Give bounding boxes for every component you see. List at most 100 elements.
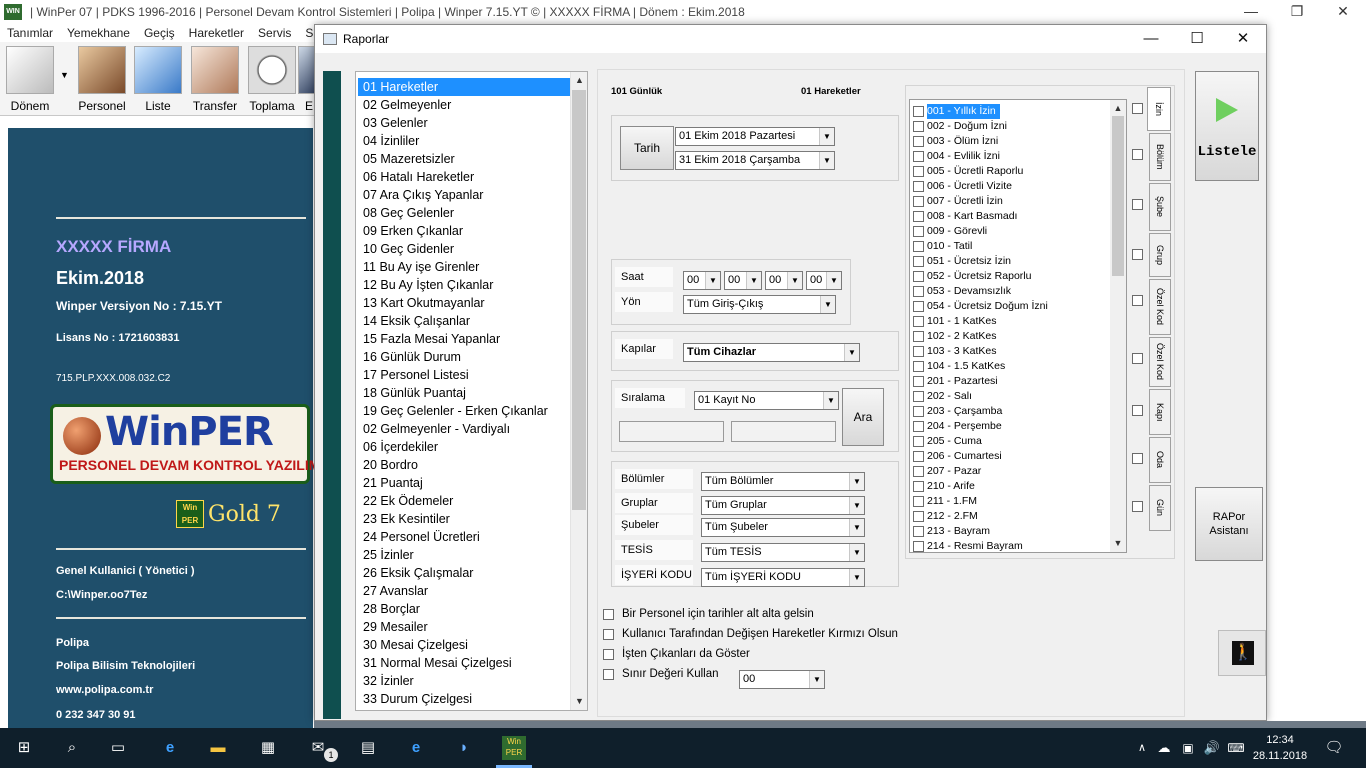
option-checkbox-row[interactable]: Bir Personel için tarihler alt alta gels… xyxy=(603,608,814,620)
report-list-item[interactable]: 18 Günlük Puantaj xyxy=(358,384,570,402)
direction-select[interactable]: Tüm Giriş-Çıkış ▼ xyxy=(683,295,836,314)
ara-button[interactable]: Ara xyxy=(842,388,884,446)
report-list-item[interactable]: 21 Puantaj xyxy=(358,474,570,492)
report-list-item[interactable]: 01 Hareketler xyxy=(358,78,570,96)
app-restore-icon[interactable]: ❐ xyxy=(1274,0,1320,24)
search-input-2[interactable] xyxy=(731,421,836,442)
toolbar-transfer-button[interactable]: Transfer xyxy=(189,46,241,114)
task-view-icon[interactable]: ▭ xyxy=(106,736,130,760)
report-list-item[interactable]: 23 Ek Kesintiler xyxy=(358,510,570,528)
report-list-item[interactable]: 13 Kart Okutmayanlar xyxy=(358,294,570,312)
report-list-item[interactable]: 14 Eksik Çalışanlar xyxy=(358,312,570,330)
report-list-item[interactable]: 33 Durum Çizelgesi xyxy=(358,690,570,708)
option-checkbox-row[interactable]: Sınır Değeri Kullan xyxy=(603,668,719,680)
file-explorer-icon[interactable]: ▬ xyxy=(206,736,230,760)
report-list-item[interactable]: 28 Borçlar xyxy=(358,600,570,618)
report-list-item[interactable]: 17 Personel Listesi xyxy=(358,366,570,384)
report-list-item[interactable]: 27 Avanslar xyxy=(358,582,570,600)
app-close-icon[interactable]: ✕ xyxy=(1320,0,1366,24)
report-list-item[interactable]: 15 Fazla Mesai Yapanlar xyxy=(358,330,570,348)
side-tab-checkbox[interactable] xyxy=(1132,453,1143,464)
report-list-item[interactable]: 16 Günlük Durum xyxy=(358,348,570,366)
dialog-close-icon[interactable]: ✕ xyxy=(1220,25,1266,53)
exit-button[interactable]: 🚶 xyxy=(1218,630,1266,676)
menu-yemekhane[interactable]: Yemekhane xyxy=(60,24,137,42)
side-tab-checkbox[interactable] xyxy=(1132,295,1143,306)
report-list[interactable]: 01 Hareketler 02 Gelmeyenler 03 Gelenler 04… xyxy=(355,71,588,711)
toolbar-toplama-button[interactable]: Toplama xyxy=(246,46,298,114)
checkbox-icon[interactable] xyxy=(603,608,614,620)
calculator-icon[interactable]: ▤ xyxy=(356,736,380,760)
report-list-item[interactable]: 19 Geç Gelenler - Erken Çıkanlar xyxy=(358,402,570,420)
side-tab[interactable]: İzin xyxy=(1147,87,1171,131)
report-list-item[interactable]: 02 Gelmeyenler xyxy=(358,96,570,114)
report-list-item[interactable]: 06 İçerdekiler xyxy=(358,438,570,456)
side-tab-checkbox[interactable] xyxy=(1132,249,1143,260)
side-tab-checkbox[interactable] xyxy=(1132,103,1143,114)
report-list-item[interactable]: 29 Mesailer xyxy=(358,618,570,636)
scroll-down-icon[interactable]: ▼ xyxy=(571,693,588,710)
side-tab[interactable]: Özel Kod xyxy=(1149,279,1171,335)
windows-start-icon[interactable]: ⊞ xyxy=(12,736,36,760)
report-list-item[interactable]: 03 Gelenler xyxy=(358,114,570,132)
time-minute-start[interactable]: 00 ▼ xyxy=(724,271,762,290)
winper-taskbar-icon[interactable]: Win PER xyxy=(502,736,526,760)
report-list-item[interactable]: 02 Gelmeyenler - Vardiyalı xyxy=(358,420,570,438)
report-list-item[interactable]: 12 Bu Ay İşten Çıkanlar xyxy=(358,276,570,294)
time-minute-end[interactable]: 00 ▼ xyxy=(806,271,842,290)
checkbox-icon[interactable] xyxy=(603,628,614,640)
side-tab[interactable]: Kapı xyxy=(1149,389,1171,435)
app-minimize-icon[interactable]: — xyxy=(1228,0,1274,24)
filter-select[interactable]: Tüm İŞYERİ KODU ▼ xyxy=(701,568,865,587)
end-date-picker[interactable]: 31 Ekim 2018 Çarşamba ▼ xyxy=(675,151,835,170)
notifications-icon[interactable]: 🗨 xyxy=(1322,736,1346,760)
search-icon[interactable]: ⌕ xyxy=(60,736,84,760)
system-clock[interactable]: 12:34 28.11.2018 xyxy=(1250,732,1310,764)
start-date-picker[interactable]: 01 Ekim 2018 Pazartesi ▼ xyxy=(675,127,835,146)
store-icon[interactable]: ▦ xyxy=(256,736,280,760)
menu-hareketler[interactable]: Hareketler xyxy=(182,24,251,42)
side-tab[interactable]: Özel Kod xyxy=(1149,337,1171,387)
filter-select[interactable]: Tüm Şubeler ▼ xyxy=(701,518,865,537)
report-list-scrollbar[interactable]: ▲ ▼ xyxy=(570,72,587,710)
report-list-item[interactable]: 04 İzinliler xyxy=(358,132,570,150)
side-tab[interactable]: Bölüm xyxy=(1149,133,1171,181)
report-list-item[interactable]: 25 İzinler xyxy=(358,546,570,564)
menu-tanimlar[interactable]: Tanımlar xyxy=(0,24,60,42)
filter-select[interactable]: Tüm Gruplar ▼ xyxy=(701,496,865,515)
report-list-item[interactable]: 05 Mazeretsizler xyxy=(358,150,570,168)
report-list-item[interactable]: 09 Erken Çıkanlar xyxy=(358,222,570,240)
side-tab-checkbox[interactable] xyxy=(1132,199,1143,210)
option-checkbox-row[interactable]: İşten Çıkanları da Göster xyxy=(603,648,750,660)
tarih-button[interactable]: Tarih xyxy=(620,126,674,170)
side-tab-checkbox[interactable] xyxy=(1132,353,1143,364)
language-icon[interactable]: ⌨ xyxy=(1224,736,1248,760)
network-icon[interactable]: ▣ xyxy=(1176,736,1200,760)
report-list-item[interactable]: 31 Normal Mesai Çizelgesi xyxy=(358,654,570,672)
doors-select[interactable]: Tüm Cihazlar ▼ xyxy=(683,343,860,362)
time-hour-end[interactable]: 00 ▼ xyxy=(765,271,803,290)
side-tab[interactable]: Gün xyxy=(1149,485,1171,531)
scroll-up-icon[interactable]: ▲ xyxy=(571,72,588,89)
report-list-item[interactable]: 08 Geç Gelenler xyxy=(358,204,570,222)
dialog-maximize-icon[interactable]: ☐ xyxy=(1174,25,1220,53)
edge-browser-icon[interactable]: e xyxy=(158,736,182,760)
report-list-item[interactable]: 11 Bu Ay işe Girenler xyxy=(358,258,570,276)
report-list-item[interactable]: 26 Eksik Çalışmalar xyxy=(358,564,570,582)
show-hidden-icons-icon[interactable]: ∧ xyxy=(1130,736,1154,760)
checkbox-icon[interactable] xyxy=(603,668,614,680)
report-list-item[interactable]: 06 Hatalı Hareketler xyxy=(358,168,570,186)
report-list-item[interactable]: 20 Bordro xyxy=(358,456,570,474)
checkbox-icon[interactable] xyxy=(603,648,614,660)
dialog-minimize-icon[interactable]: — xyxy=(1128,25,1174,53)
report-list-item[interactable]: 07 Ara Çıkış Yapanlar xyxy=(358,186,570,204)
side-tab-checkbox[interactable] xyxy=(1132,149,1143,160)
side-tab[interactable]: Oda xyxy=(1149,437,1171,483)
rapor-asistani-button[interactable]: RAPor Asistanı xyxy=(1195,487,1263,561)
menu-servis[interactable]: Servis xyxy=(251,24,298,42)
side-tab[interactable]: Grup xyxy=(1149,233,1171,277)
menu-gecis[interactable]: Geçiş xyxy=(137,24,182,42)
internet-explorer-icon[interactable]: e xyxy=(404,736,428,760)
side-tab[interactable]: Şube xyxy=(1149,183,1171,231)
side-tab-checkbox[interactable] xyxy=(1132,405,1143,416)
